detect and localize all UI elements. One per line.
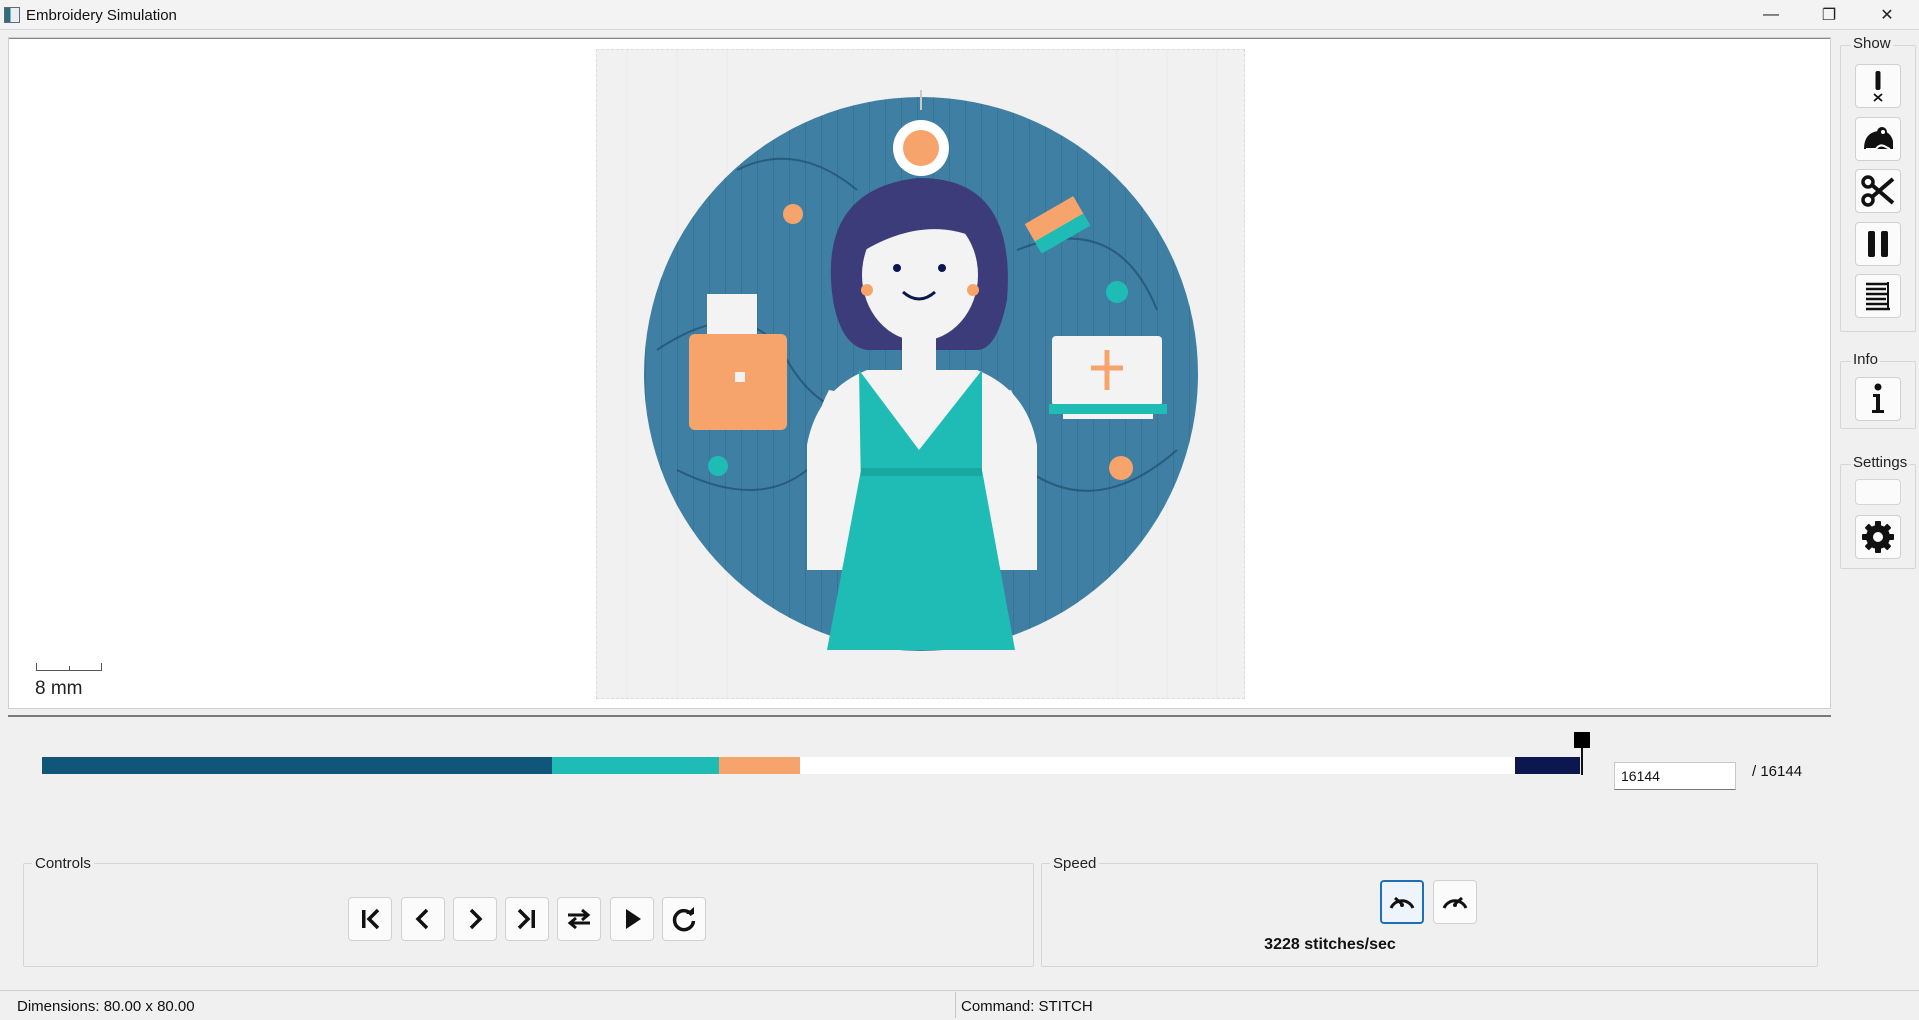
speed-value-label: 3228 stitches/sec [1264,936,1396,953]
toggle-frog-button[interactable] [1855,117,1901,161]
first-stitch-button[interactable] [348,897,392,941]
decoration-dot [1106,281,1128,303]
restart-button[interactable] [662,897,706,941]
close-button[interactable]: ✕ [1858,0,1916,30]
settings-group-label: Settings [1851,454,1910,471]
slow-down-gauge-icon [1389,896,1415,909]
laptop-decoration [1049,336,1167,419]
swap-direction-icon [567,908,591,930]
color-segment-teal [552,757,719,774]
title-bar [0,0,1919,30]
scissors-icon [1861,175,1895,207]
decoration-dot [1109,456,1133,480]
status-separator [955,992,956,1018]
jump-warning-icon [1873,71,1883,102]
lamp-bulb [903,130,939,166]
next-button[interactable] [453,897,497,941]
color-segment-peach [719,757,800,774]
color-segment-navy [1515,757,1580,774]
last-stitch-icon [517,908,535,930]
last-stitch-button[interactable] [505,897,549,941]
controls-legend: Controls [35,855,91,872]
info-button[interactable] [1855,377,1901,421]
settings-blank-button[interactable] [1855,479,1901,505]
toggle-trims-button[interactable] [1855,169,1901,213]
info-group-label: Info [1851,351,1881,368]
total-stitches-label: / 16144 [1752,763,1803,780]
swap-direction-button[interactable] [557,897,601,941]
window-title: Embroidery Simulation [26,7,177,24]
speed-up-gauge-icon [1442,896,1468,909]
timeline-slider-handle[interactable] [1574,732,1590,748]
decoration-dot [783,204,803,224]
frog-icon [1864,127,1893,150]
next-icon [469,908,483,930]
scale-bar [36,663,102,671]
toggle-jumps-button[interactable] [1855,64,1901,108]
status-bar [0,990,1919,1020]
speed-up-button[interactable] [1433,880,1477,924]
command-list-icon [1866,282,1890,311]
play-icon [626,909,641,929]
restart-icon [672,907,696,932]
decoration-dot [708,456,728,476]
toggle-stops-button[interactable] [1855,222,1901,266]
stitch-timeline-track[interactable] [42,757,1580,774]
gear-icon [1862,521,1894,553]
status-command: Command: STITCH [961,998,1093,1015]
play-button[interactable] [610,897,654,941]
minimize-button[interactable]: — [1742,0,1800,30]
slow-down-button[interactable] [1380,880,1424,924]
show-group-label: Show [1851,35,1893,52]
current-stitch-input[interactable] [1614,762,1736,790]
previous-button[interactable] [401,897,445,941]
pause-icon [1868,231,1888,257]
info-icon [1872,383,1884,413]
scale-label: 8 mm [35,678,83,699]
scale-bar-tick [69,666,70,671]
toggle-commands-button[interactable] [1855,274,1901,318]
color-segment-dark-blue [42,757,552,774]
first-stitch-icon [362,908,380,930]
speed-legend: Speed [1053,855,1097,872]
embroidery-design-preview [596,49,1245,700]
app-icon [4,7,20,23]
embroidery-artwork [626,50,1218,700]
maximize-button[interactable]: ❐ [1800,0,1858,30]
status-dimensions: Dimensions: 80.00 x 80.00 [17,998,195,1015]
settings-button[interactable] [1855,515,1901,559]
previous-icon [415,908,429,930]
